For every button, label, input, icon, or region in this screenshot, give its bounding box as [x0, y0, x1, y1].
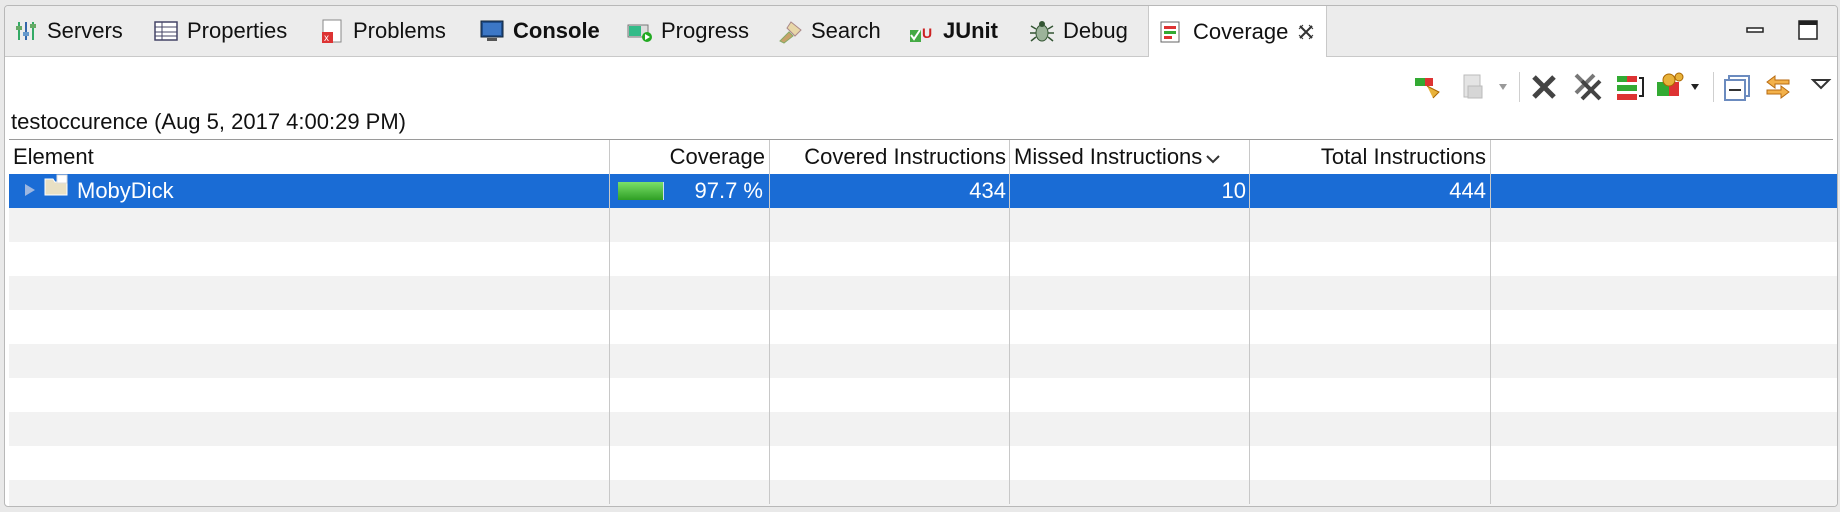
- tab-properties-label: Properties: [187, 18, 288, 43]
- svg-text:x: x: [324, 33, 329, 44]
- tab-bar: Servers Properties x Problems Console Pr…: [5, 6, 1837, 57]
- column-covered-instructions[interactable]: Covered Instructions: [770, 140, 1010, 174]
- empty-row: [9, 242, 1837, 276]
- tab-problems-label: Problems: [353, 18, 446, 43]
- element-name: MobyDick: [77, 178, 174, 203]
- tab-properties[interactable]: Properties: [153, 6, 287, 56]
- tab-console-label: Console: [513, 18, 600, 43]
- empty-row: [9, 276, 1837, 310]
- tab-console[interactable]: Console: [479, 6, 600, 56]
- console-icon: [479, 18, 505, 44]
- remove-all-sessions-icon[interactable]: [1573, 72, 1603, 102]
- search-icon: [777, 18, 803, 44]
- dump-execution-data-icon[interactable]: [1461, 72, 1509, 102]
- debug-icon: [1029, 18, 1055, 44]
- coverage-bar-track: [618, 182, 664, 200]
- empty-row: [9, 378, 1837, 412]
- coverage-table: Element Coverage Covered Instructions Mi…: [9, 140, 1837, 506]
- total-value: 444: [1449, 178, 1486, 203]
- coverage-cell: 97.7 %: [610, 174, 769, 208]
- tab-junit-label: JUnit: [943, 18, 998, 43]
- link-with-selection-icon[interactable]: [1763, 72, 1793, 102]
- tab-debug-label: Debug: [1063, 18, 1128, 43]
- problems-icon: x: [319, 18, 345, 44]
- empty-row: [9, 208, 1837, 242]
- missed-value: 10: [1221, 178, 1246, 203]
- maximize-button[interactable]: [1797, 20, 1819, 40]
- table-header: Element Coverage Covered Instructions Mi…: [9, 140, 1837, 174]
- session-title: testoccurence (Aug 5, 2017 4:00:29 PM): [11, 109, 407, 134]
- element-cell: MobyDick: [9, 174, 609, 208]
- tab-search-label: Search: [811, 18, 881, 43]
- tab-servers[interactable]: Servers: [13, 6, 123, 56]
- sort-descending-icon: [1206, 140, 1221, 174]
- tab-coverage-label: Coverage: [1193, 18, 1289, 44]
- properties-icon: [153, 18, 179, 44]
- minimize-button[interactable]: [1745, 20, 1767, 38]
- project-folder-icon: [43, 173, 71, 209]
- tab-debug[interactable]: Debug: [1029, 6, 1128, 56]
- expand-arrow-icon[interactable]: [23, 174, 37, 208]
- column-missed-label: Missed Instructions: [1014, 144, 1203, 169]
- coverage-view: Servers Properties x Problems Console Pr…: [4, 5, 1838, 507]
- empty-row: [9, 412, 1837, 446]
- tab-search[interactable]: Search: [777, 6, 881, 56]
- junit-icon: U: [909, 18, 935, 44]
- remove-session-icon[interactable]: [1529, 72, 1559, 102]
- servers-icon: [13, 18, 39, 44]
- empty-row: [9, 310, 1837, 344]
- tab-progress[interactable]: Progress: [627, 6, 749, 56]
- view-menu-icon[interactable]: [1809, 72, 1837, 102]
- column-missed-instructions[interactable]: Missed Instructions: [1010, 140, 1250, 174]
- covered-value: 434: [969, 178, 1006, 203]
- progress-icon: [627, 18, 653, 44]
- empty-row: [9, 344, 1837, 378]
- coverage-bar-fill: [618, 182, 663, 200]
- column-coverage[interactable]: Coverage: [610, 140, 769, 174]
- tab-servers-label: Servers: [47, 18, 123, 43]
- column-total-instructions[interactable]: Total Instructions: [1250, 140, 1490, 174]
- coverage-icon: [1159, 19, 1185, 45]
- collapse-all-icon[interactable]: [1723, 72, 1753, 102]
- view-toolbar: [1377, 66, 1837, 106]
- empty-row: [9, 446, 1837, 480]
- column-element[interactable]: Element: [9, 140, 609, 174]
- table-row[interactable]: MobyDick 97.7 % 434 10 444: [9, 174, 1837, 208]
- svg-text:U: U: [922, 25, 932, 41]
- select-session-icon[interactable]: [1655, 72, 1705, 102]
- coverage-value: 97.7 %: [694, 178, 764, 203]
- tab-progress-label: Progress: [661, 18, 750, 43]
- close-icon[interactable]: [1296, 22, 1316, 42]
- tab-coverage[interactable]: Coverage: [1148, 6, 1328, 57]
- tab-problems[interactable]: x Problems: [319, 6, 446, 56]
- empty-row: [9, 480, 1837, 506]
- relaunch-icon[interactable]: [1413, 72, 1443, 102]
- tab-junit[interactable]: U JUnit: [909, 6, 998, 56]
- merge-sessions-icon[interactable]: [1615, 72, 1645, 102]
